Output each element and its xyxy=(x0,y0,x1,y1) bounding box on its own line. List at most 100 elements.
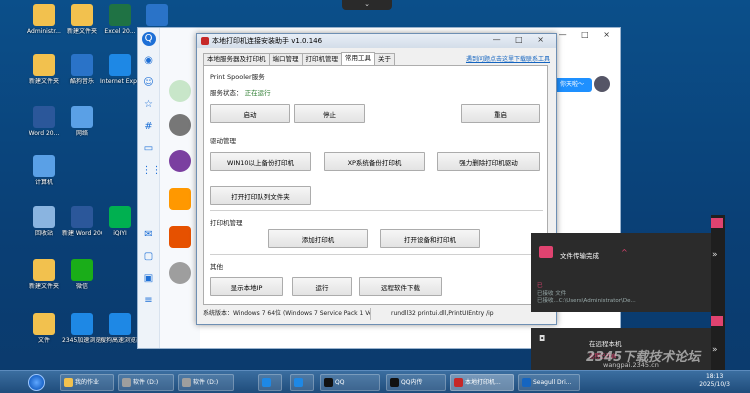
open-queue-folder-button[interactable]: 打开打印队列文件夹 xyxy=(210,186,311,205)
desktop-icon[interactable]: 文件 xyxy=(24,313,64,344)
hash-icon[interactable]: # xyxy=(142,120,156,134)
desktop-icon-label: 计算机 xyxy=(34,179,53,186)
taskbar-app-icon xyxy=(182,378,191,387)
grid-icon[interactable]: ⋮⋮ xyxy=(142,164,162,178)
star-icon[interactable]: ☆ xyxy=(142,98,156,112)
file-transfer-notification[interactable]: 文件传输完成 ^ 已 已接收 文件 已接收...C:\Users\Adminis… xyxy=(531,233,711,312)
menu-icon[interactable]: ≡ xyxy=(142,294,156,308)
stop-service-button[interactable]: 停止 xyxy=(294,104,365,123)
desktop-icon-image xyxy=(71,206,93,228)
taskbar-button[interactable] xyxy=(290,374,314,391)
desktop-icon[interactable]: 回收站 xyxy=(24,206,64,237)
notification-title: 文件传输完成 xyxy=(560,252,599,260)
chevron-right-icon[interactable]: » xyxy=(712,345,718,355)
avatar[interactable] xyxy=(169,80,191,102)
printer-helper-window: 本地打印机连接安装助手 v1.0.146 — □ × 本地服务器及打印机 端口管… xyxy=(196,33,557,325)
desktop-icon[interactable]: 新建文件夹 xyxy=(24,54,64,85)
desktop-icon[interactable]: 新建文件夹 xyxy=(62,4,102,35)
start-button[interactable] xyxy=(28,374,45,391)
tab-strip: 本地服务器及打印机 端口管理 打印机管理 常用工具 关于 xyxy=(203,52,395,65)
remote-control-bar[interactable]: ⌄ xyxy=(342,0,392,10)
status-bar: 系统版本：Windows 7 64位 (Windows 7 Service Pa… xyxy=(203,308,548,320)
desktop-icon[interactable]: iQIYI xyxy=(100,206,140,237)
mail-icon[interactable]: ✉ xyxy=(142,228,156,242)
desktop-icon-label: 文件 xyxy=(37,337,50,344)
desktop-icon[interactable]: Internet Explorer xyxy=(100,54,140,85)
add-printer-button[interactable]: 添加打印机 xyxy=(268,229,368,248)
remote-software-download-button[interactable]: 远程软件下载 xyxy=(359,277,442,296)
chat-icon[interactable]: ◉ xyxy=(142,54,156,68)
avatar[interactable] xyxy=(169,150,191,172)
xp-backup-button[interactable]: XP系统备份打印机 xyxy=(324,152,425,171)
service-status-label: 服务状态： xyxy=(210,89,243,97)
taskbar-button[interactable]: 软件 (D:) xyxy=(178,374,234,391)
desktop-icon[interactable]: Word 20... xyxy=(24,106,64,137)
taskbar-button[interactable]: 软件 (D:) xyxy=(118,374,174,391)
desktop-icon-label: 微信 xyxy=(75,283,88,290)
open-devices-printers-button[interactable]: 打开设备和打印机 xyxy=(380,229,480,248)
book-icon[interactable]: ▭ xyxy=(142,142,156,156)
avatar[interactable] xyxy=(169,226,191,248)
taskbar-button[interactable]: Seagull Dri... xyxy=(518,374,580,391)
taskbar-app-icon xyxy=(262,378,271,387)
desktop-icon-image xyxy=(33,313,55,335)
run-button[interactable]: 运行 xyxy=(292,277,352,296)
desktop-icon[interactable]: 微信 xyxy=(62,259,102,290)
start-service-button[interactable]: 启动 xyxy=(210,104,290,123)
avatar xyxy=(594,76,610,92)
avatar[interactable] xyxy=(169,262,191,284)
desktop-screen: ⌄ Administr...新建文件夹Excel 20...360安全卫士新建文… xyxy=(0,0,750,393)
taskbar-button[interactable]: QQ内传 xyxy=(386,374,446,391)
tab-common-tools[interactable]: 常用工具 xyxy=(341,52,375,65)
desktop-icon-label: 网络 xyxy=(75,130,88,137)
folder-icon[interactable]: ▢ xyxy=(142,250,156,264)
system-version-text: 系统版本：Windows 7 64位 (Windows 7 Service Pa… xyxy=(203,308,371,320)
desktop-icon-image xyxy=(109,4,131,26)
clock[interactable]: 18:13 2025/10/3 xyxy=(699,373,730,389)
window-controls[interactable]: — □ × xyxy=(493,35,550,44)
desktop-icon-label: 2345加速浏览器 xyxy=(62,337,102,344)
taskbar-label: QQ内传 xyxy=(401,379,423,386)
win10-backup-button[interactable]: WIN10以上备份打印机 xyxy=(210,152,311,171)
avatar[interactable] xyxy=(169,188,191,210)
desktop-icon[interactable]: 计算机 xyxy=(24,155,64,186)
taskbar-label: 我的作业 xyxy=(75,379,100,386)
tab-local-server[interactable]: 本地服务器及打印机 xyxy=(203,53,270,65)
taskbar-app-icon xyxy=(294,378,303,387)
box-icon[interactable]: ▣ xyxy=(142,272,156,286)
qq-logo-icon[interactable]: Q xyxy=(141,32,156,46)
contact-icon[interactable]: ☺ xyxy=(142,76,156,90)
desktop-icon[interactable]: 新建 Word 2003 文档 xyxy=(62,206,102,237)
tab-port-management[interactable]: 端口管理 xyxy=(268,53,303,65)
spooler-group-label: Print Spooler服务 xyxy=(210,73,265,81)
taskbar-app-icon xyxy=(454,378,463,387)
desktop-icon[interactable]: Administr... xyxy=(24,4,64,35)
taskbar-label: QQ xyxy=(335,379,345,386)
tab-about[interactable]: 关于 xyxy=(374,53,395,65)
chat-bubble: 你天啦～ xyxy=(552,78,592,92)
desktop-icon[interactable]: 网络 xyxy=(62,106,102,137)
show-local-ip-button[interactable]: 显示本地IP xyxy=(210,277,283,296)
taskbar-label: Seagull Dri... xyxy=(533,379,572,386)
avatar[interactable] xyxy=(169,114,191,136)
desktop-icon[interactable]: Excel 20... xyxy=(100,4,140,35)
help-download-link[interactable]: 遇到问题点击这里下载联系工具 xyxy=(466,54,550,63)
clock-time: 18:13 xyxy=(705,373,724,380)
desktop-icon-label: 酷狗音乐 xyxy=(69,78,94,85)
force-delete-driver-button[interactable]: 强力删除打印机驱动 xyxy=(437,152,540,171)
watermark-subtext: wangpai.2345.cn xyxy=(603,361,659,369)
desktop-icon[interactable]: 新建文件夹 xyxy=(24,259,64,290)
taskbar-button[interactable]: 本地打印机... xyxy=(450,374,514,391)
taskbar: 我的作业 软件 (D:) 软件 (D:) QQ QQ内传 本地打印机... Seagull … xyxy=(0,370,750,393)
desktop-icon[interactable]: 2345加速浏览器 xyxy=(62,313,102,344)
desktop-icon[interactable]: 搜狗高速浏览器 xyxy=(100,313,140,344)
taskbar-button[interactable] xyxy=(258,374,282,391)
desktop-icon[interactable]: 酷狗音乐 xyxy=(62,54,102,85)
chevron-right-icon[interactable]: » xyxy=(712,250,718,260)
taskbar-button[interactable]: QQ xyxy=(320,374,380,391)
taskbar-button[interactable]: 我的作业 xyxy=(60,374,114,391)
tab-printer-management[interactable]: 打印机管理 xyxy=(301,53,342,65)
qq-window-controls[interactable]: — □ × xyxy=(559,30,616,39)
chevron-up-icon[interactable]: ^ xyxy=(621,248,628,257)
restart-service-button[interactable]: 重启 xyxy=(461,104,540,123)
